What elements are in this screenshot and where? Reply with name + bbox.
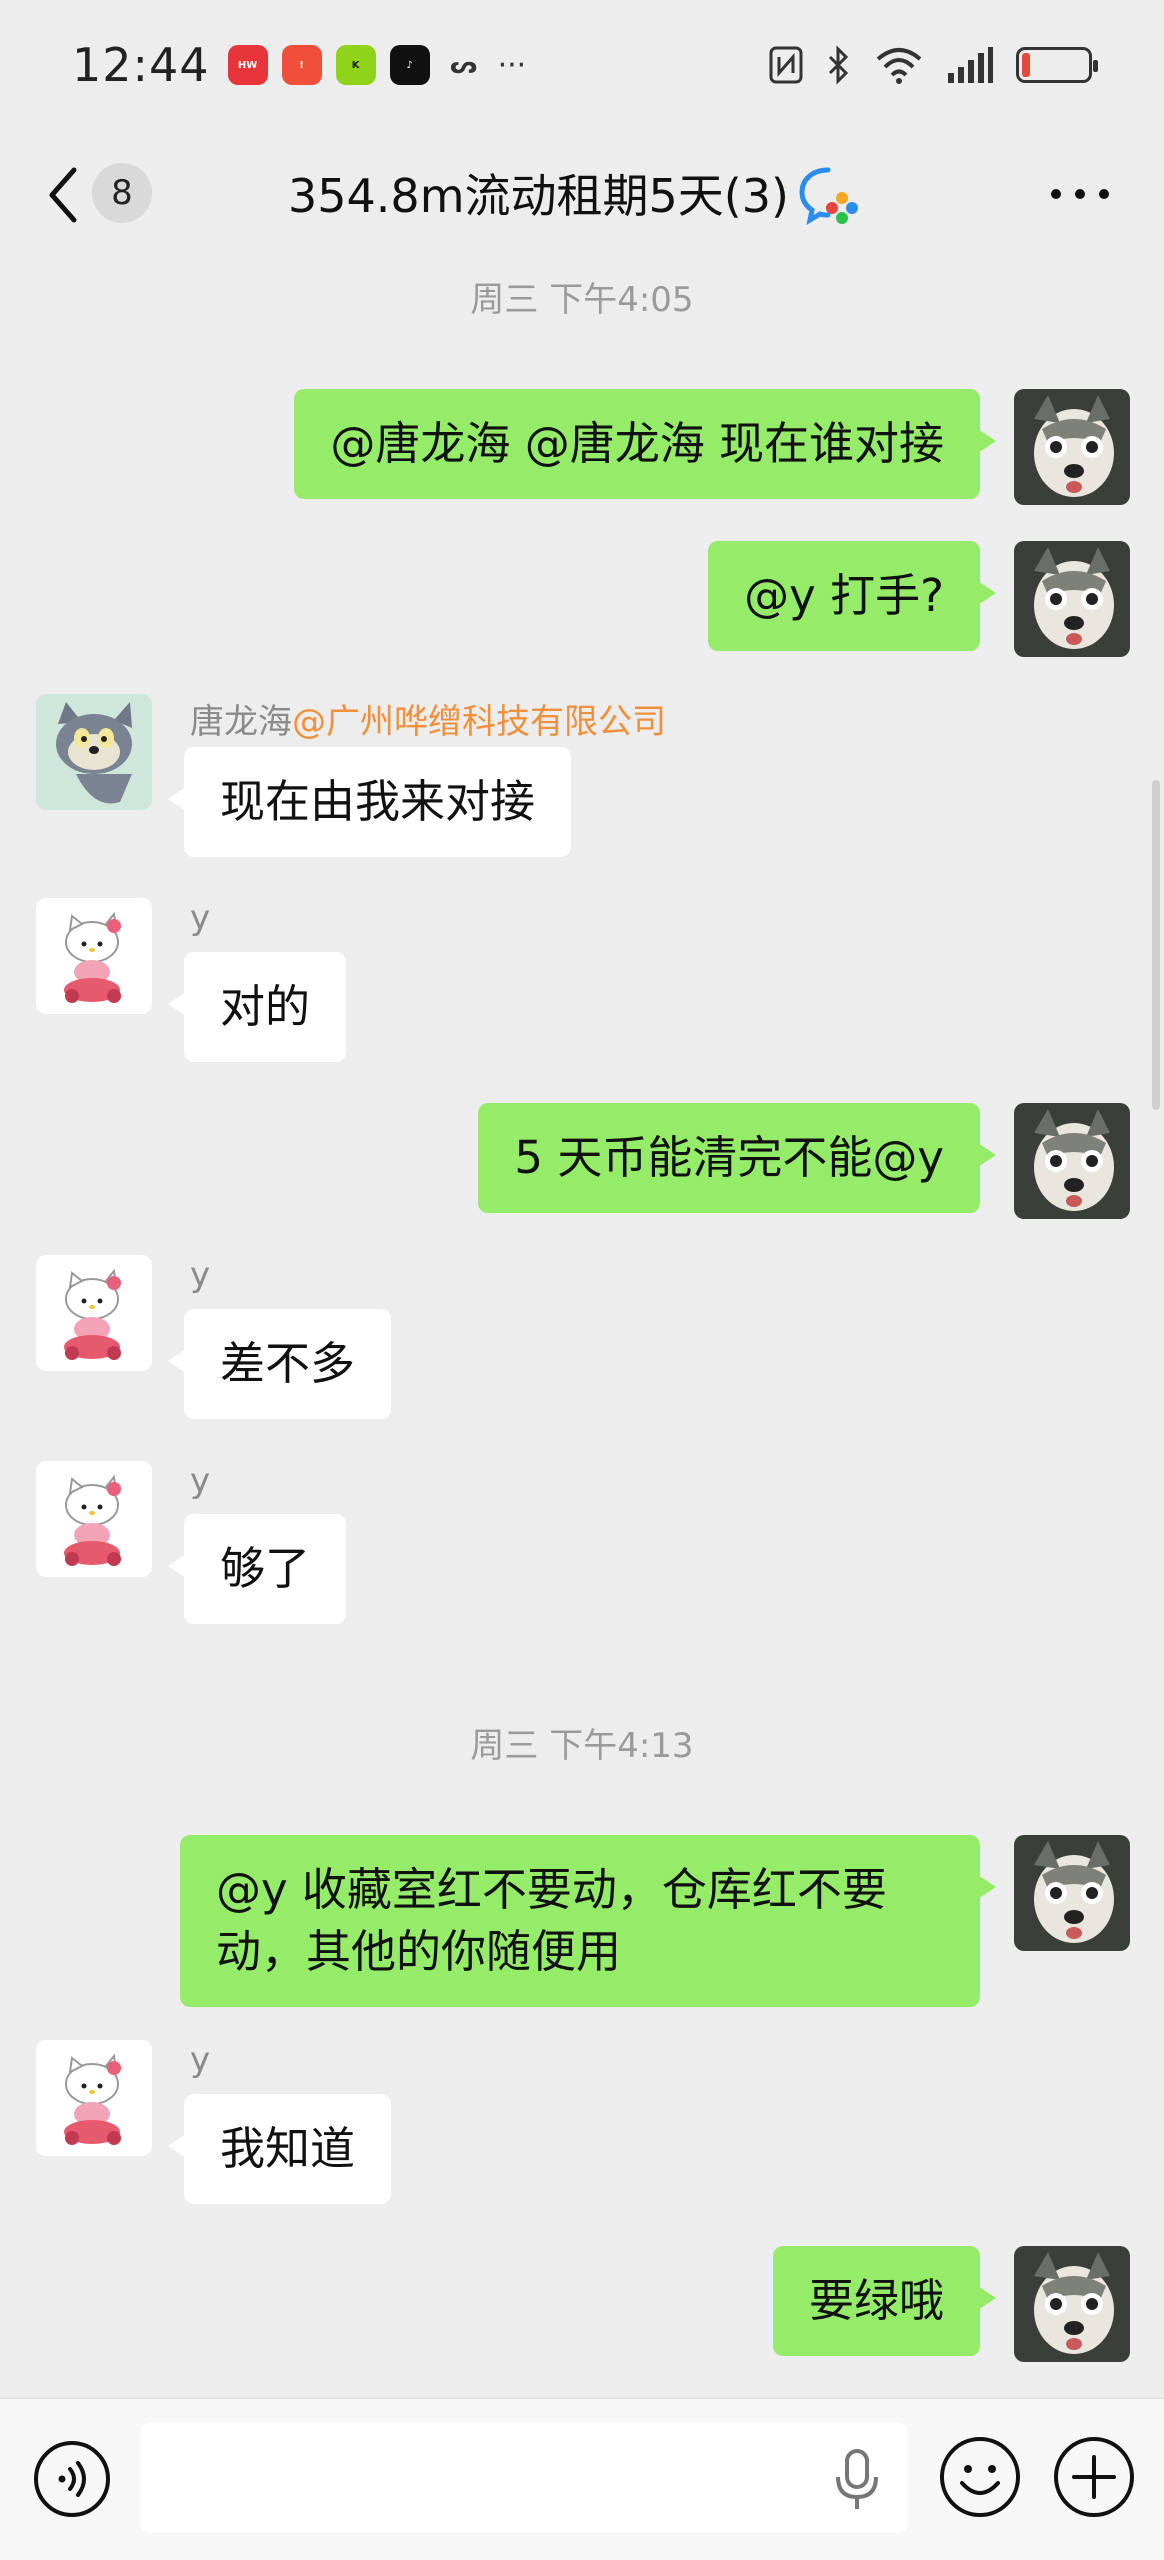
message-bubble-outgoing[interactable]: 要绿哦: [772, 2246, 997, 2356]
message-input[interactable]: [140, 2423, 908, 2533]
scrollbar[interactable]: [1152, 780, 1160, 1110]
husky-avatar-icon: [1014, 389, 1130, 505]
avatar-self[interactable]: [1014, 2246, 1130, 2362]
avatar-self[interactable]: [1014, 1835, 1130, 1951]
message-bubble-incoming[interactable]: 现在由我来对接: [167, 747, 572, 857]
avatar-sender[interactable]: [36, 694, 152, 810]
sender-name: y: [190, 898, 211, 938]
alert-app-icon: !: [281, 45, 322, 85]
message-bubble-outgoing[interactable]: @y 打手?: [708, 541, 996, 651]
wecom-external-group-icon: [799, 167, 858, 226]
message-bubble-outgoing[interactable]: @唐龙海 @唐龙海 现在谁对接: [294, 389, 996, 499]
more-options-icon[interactable]: [1048, 174, 1112, 214]
notification-icons: HW ! K ♪ ᔕ ···: [227, 45, 527, 85]
emoji-icon[interactable]: [938, 2435, 1022, 2519]
message-bubble-incoming[interactable]: 够了: [167, 1514, 347, 1624]
plus-icon[interactable]: [1052, 2435, 1136, 2519]
more-notifications-icon: ···: [497, 47, 527, 83]
voice-mode-icon[interactable]: [32, 2439, 112, 2519]
timestamp: 周三 下午4:13: [470, 1726, 694, 1766]
message-line: 动，其他的你随便用: [216, 1925, 622, 1978]
back-arrow-icon[interactable]: [40, 162, 90, 228]
status-time: 12:44: [72, 38, 210, 92]
wifi-icon: [876, 48, 922, 84]
hello-kitty-avatar-icon: [36, 2040, 152, 2156]
sender-name-text: 唐龙海: [190, 702, 292, 742]
battery-icon: [1016, 47, 1098, 83]
nfc-icon: [769, 46, 803, 84]
huawei-mall-icon: HW: [227, 45, 268, 85]
husky-avatar-icon: [1014, 1835, 1130, 1951]
avatar-self[interactable]: [1014, 389, 1130, 505]
microphone-icon[interactable]: [832, 2447, 882, 2513]
avatar-sender[interactable]: [36, 1255, 152, 1371]
kook-app-icon: K: [335, 45, 376, 85]
input-bar: [0, 2398, 1164, 2560]
unread-count-badge[interactable]: 8: [92, 163, 152, 223]
sender-name: y: [190, 1255, 211, 1295]
avatar-sender[interactable]: [36, 1461, 152, 1577]
avatar-sender[interactable]: [36, 898, 152, 1014]
link-app-icon: ᔕ: [449, 51, 478, 79]
message-bubble-incoming[interactable]: 我知道: [167, 2094, 392, 2204]
message-line: @y 收藏室红不要动，仓库红不要: [216, 1863, 887, 1916]
hello-kitty-avatar-icon: [36, 1461, 152, 1577]
husky-avatar-icon: [1014, 2246, 1130, 2362]
message-bubble-outgoing[interactable]: 5 天币能清完不能@y: [478, 1103, 996, 1213]
signal-icon: [948, 47, 993, 83]
hello-kitty-avatar-icon: [36, 898, 152, 1014]
husky-avatar-icon: [1014, 1103, 1130, 1219]
avatar-self[interactable]: [1014, 541, 1130, 657]
status-bar: 12:44 HW ! K ♪ ᔕ ···: [0, 0, 1164, 130]
tiktok-app-icon: ♪: [389, 45, 430, 85]
chat-header: 354.8m流动租期5天(3): [0, 130, 1164, 260]
husky-avatar-icon: [1014, 541, 1130, 657]
tom-cat-avatar-icon: [36, 694, 152, 810]
message-bubble-incoming[interactable]: 差不多: [167, 1309, 392, 1419]
bluetooth-icon: [828, 45, 849, 85]
sender-name: y: [190, 1461, 211, 1501]
timestamp: 周三 下午4:05: [470, 280, 694, 320]
message-bubble-outgoing[interactable]: @y 收藏室红不要动，仓库红不要 动，其他的你随便用: [180, 1835, 996, 2007]
message-bubble-incoming[interactable]: 对的: [167, 952, 347, 1062]
hello-kitty-avatar-icon: [36, 1255, 152, 1371]
chat-title: 354.8m流动租期5天(3): [288, 169, 789, 223]
avatar-sender[interactable]: [36, 2040, 152, 2156]
sender-organization: @广州哗缯科技有限公司: [292, 702, 666, 742]
avatar-self[interactable]: [1014, 1103, 1130, 1219]
sender-name: y: [190, 2040, 211, 2080]
battery-fill: [1022, 53, 1030, 77]
sender-name: 唐龙海@广州哗缯科技有限公司: [190, 694, 666, 743]
